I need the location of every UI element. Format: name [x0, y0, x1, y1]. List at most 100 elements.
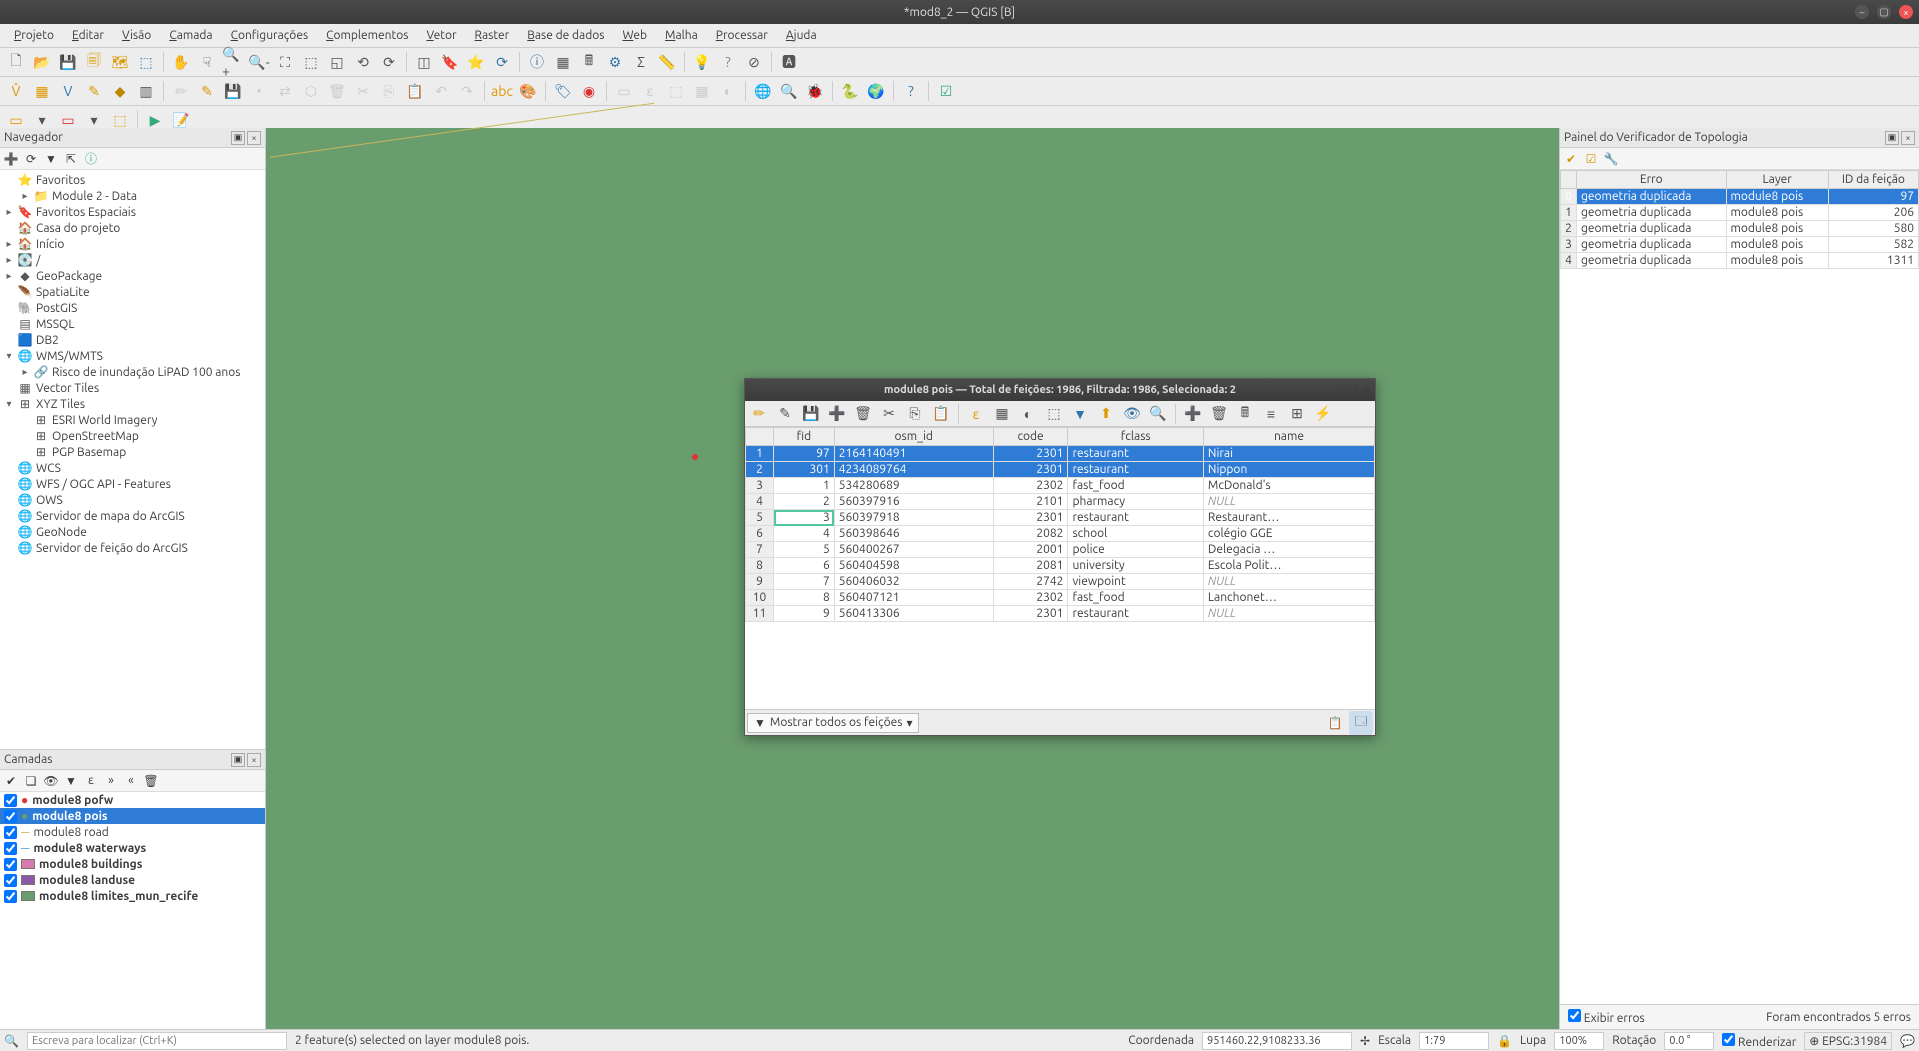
scale-input[interactable] — [1419, 1032, 1489, 1050]
table-view-button[interactable]: 🗔 — [1349, 711, 1373, 735]
toggle-edit-icon[interactable]: ✎ — [195, 79, 219, 103]
filter-icon[interactable]: ▼ — [1068, 402, 1092, 426]
menu-web[interactable]: Web — [614, 27, 655, 44]
manage-icon[interactable]: 👁 — [42, 772, 60, 790]
menu-camada[interactable]: Camada — [161, 27, 220, 44]
zoom-layer-icon[interactable]: ◱ — [325, 50, 349, 74]
edit-icon[interactable]: ✏ — [169, 79, 193, 103]
layer-item[interactable]: module8 buildings — [0, 856, 265, 872]
node-tool-icon[interactable]: ⬡ — [299, 79, 323, 103]
select-all-icon[interactable]: ▦ — [990, 402, 1014, 426]
close-button[interactable]: × — [1899, 5, 1913, 19]
remove-icon[interactable]: 🗑 — [142, 772, 160, 790]
save-project-icon[interactable]: 💾 — [56, 50, 80, 74]
locator-input[interactable] — [27, 1032, 287, 1050]
attribute-table-titlebar[interactable]: module8 pois — Total de feições: 1986, F… — [745, 379, 1375, 401]
tree-item[interactable]: ⊞ESRI World Imagery — [0, 412, 265, 428]
table-row[interactable]: 425603979162101pharmacyNULL — [746, 494, 1375, 510]
filter-icon[interactable]: ▼ — [62, 772, 80, 790]
tree-item[interactable]: ▸🏠Início — [0, 236, 265, 252]
move-top-icon[interactable]: ⬆ — [1094, 402, 1118, 426]
new-project-icon[interactable]: 🗋 — [4, 50, 28, 74]
cond-format-icon[interactable]: ≡ — [1259, 402, 1283, 426]
menu-ajuda[interactable]: Ajuda — [778, 27, 825, 44]
edit-icon[interactable]: ✏ — [747, 402, 771, 426]
menu-processar[interactable]: Processar — [708, 27, 776, 44]
attr-table-icon[interactable]: ▦ — [551, 50, 575, 74]
panel-dock-button[interactable]: ▣ — [231, 753, 245, 767]
sel-all-icon[interactable]: ▦ — [690, 79, 714, 103]
table-row[interactable]: 0geometria duplicadamodule8 pois97 — [1561, 189, 1919, 205]
tree-item[interactable]: ▾🌐WMS/WMTS — [0, 348, 265, 364]
new-gpkg-icon[interactable]: ◆ — [108, 79, 132, 103]
cut-icon[interactable]: ✂ — [877, 402, 901, 426]
delete-icon[interactable]: 🗑 — [325, 79, 349, 103]
extents-icon[interactable]: ✢ — [1360, 1034, 1370, 1048]
layer-visibility-checkbox[interactable] — [4, 874, 17, 887]
panel-close-button[interactable]: × — [247, 753, 261, 767]
table-row[interactable]: 4geometria duplicadamodule8 pois1311 — [1561, 253, 1919, 269]
topology-checker-icon[interactable]: ☑ — [934, 79, 958, 103]
minimize-button[interactable]: – — [1855, 5, 1869, 19]
filter-features-button[interactable]: ▼ Mostrar todos os feições ▾ — [747, 713, 919, 733]
tree-item[interactable]: 🏠Casa do projeto — [0, 220, 265, 236]
tree-item[interactable]: ▦Vector Tiles — [0, 380, 265, 396]
table-row[interactable]: 1geometria duplicadamodule8 pois206 — [1561, 205, 1919, 221]
new-bookmark-icon[interactable]: 🔖 — [438, 50, 462, 74]
topology-table[interactable]: ErroLayerID da feição0geometria duplicad… — [1560, 170, 1919, 1004]
add-feature-icon[interactable]: ➕ — [825, 402, 849, 426]
zoom-out-icon[interactable]: 🔍- — [247, 50, 271, 74]
layers-list[interactable]: ●module8 pofw●module8 pois─module8 road─… — [0, 792, 265, 1029]
layer-item[interactable]: module8 limites_mun_recife — [0, 888, 265, 904]
table-row[interactable]: 1195604133062301restaurantNULL — [746, 606, 1375, 622]
menu-vetor[interactable]: Vetor — [418, 27, 464, 44]
style-manager-icon[interactable]: ⬚ — [134, 50, 158, 74]
layer-item[interactable]: ●module8 pois — [0, 808, 265, 824]
add-feature-icon[interactable]: • — [247, 79, 271, 103]
browser-tree[interactable]: ⭐Favoritos▸📁Module 2 - Data▸🔖Favoritos E… — [0, 170, 265, 749]
menu-base de dados[interactable]: Base de dados — [519, 27, 612, 44]
tree-item[interactable]: ⊞OpenStreetMap — [0, 428, 265, 444]
menu-complementos[interactable]: Complementos — [318, 27, 416, 44]
column-header[interactable]: code — [993, 428, 1068, 446]
magnifier-input[interactable] — [1554, 1032, 1604, 1050]
expr-icon[interactable]: ε — [82, 772, 100, 790]
column-header[interactable]: ID da feição — [1828, 171, 1918, 189]
style-icon[interactable]: ✔ — [2, 772, 20, 790]
table-row[interactable]: 755604002672001policeDelegacia … — [746, 542, 1375, 558]
save-icon[interactable]: 💾 — [799, 402, 823, 426]
config-icon[interactable]: 🔧 — [1602, 150, 1620, 168]
layer-visibility-checkbox[interactable] — [4, 842, 17, 855]
tree-item[interactable]: ⊞PGP Basemap — [0, 444, 265, 460]
menu-configurações[interactable]: Configurações — [223, 27, 317, 44]
expr-select-icon[interactable]: ε — [964, 402, 988, 426]
zoom-in-icon[interactable]: 🔍+ — [221, 50, 245, 74]
measure-icon[interactable]: 📏 — [655, 50, 679, 74]
layer-visibility-checkbox[interactable] — [4, 794, 17, 807]
layer-visibility-checkbox[interactable] — [4, 890, 17, 903]
panel-close-button[interactable]: × — [1901, 131, 1915, 145]
layer-item[interactable]: module8 landuse — [0, 872, 265, 888]
table-row[interactable]: 535603979182301restaurantRestaurant… — [746, 510, 1375, 526]
menu-editar[interactable]: Editar — [64, 27, 112, 44]
table-row[interactable]: 315342806892302fast_foodMcDonald's — [746, 478, 1375, 494]
deselect-icon[interactable]: ⬚ — [1042, 402, 1066, 426]
table-row[interactable]: 975604060322742viewpointNULL — [746, 574, 1375, 590]
tree-item[interactable]: ▸◆GeoPackage — [0, 268, 265, 284]
copy-icon[interactable]: ⎘ — [903, 402, 927, 426]
copy-icon[interactable]: ⎘ — [377, 79, 401, 103]
help-icon[interactable]: ? — [899, 79, 923, 103]
no-action-icon[interactable]: ⊘ — [742, 50, 766, 74]
properties-icon[interactable]: ⓘ — [82, 150, 100, 168]
help-icon[interactable]: ? — [716, 50, 740, 74]
layer-visibility-checkbox[interactable] — [4, 826, 17, 839]
table-row[interactable]: 2geometria duplicadamodule8 pois580 — [1561, 221, 1919, 237]
actions-icon[interactable]: ⚡ — [1311, 402, 1335, 426]
collapse-icon[interactable]: ⇱ — [62, 150, 80, 168]
new-layer-icon[interactable]: V — [56, 79, 80, 103]
tree-item[interactable]: 🌐WCS — [0, 460, 265, 476]
attribute-table-window[interactable]: module8 pois — Total de feições: 1986, F… — [744, 378, 1376, 736]
tree-item[interactable]: ▸📁Module 2 - Data — [0, 188, 265, 204]
new-map-icon[interactable]: ◫ — [412, 50, 436, 74]
add-raster-icon[interactable]: ▦ — [30, 79, 54, 103]
